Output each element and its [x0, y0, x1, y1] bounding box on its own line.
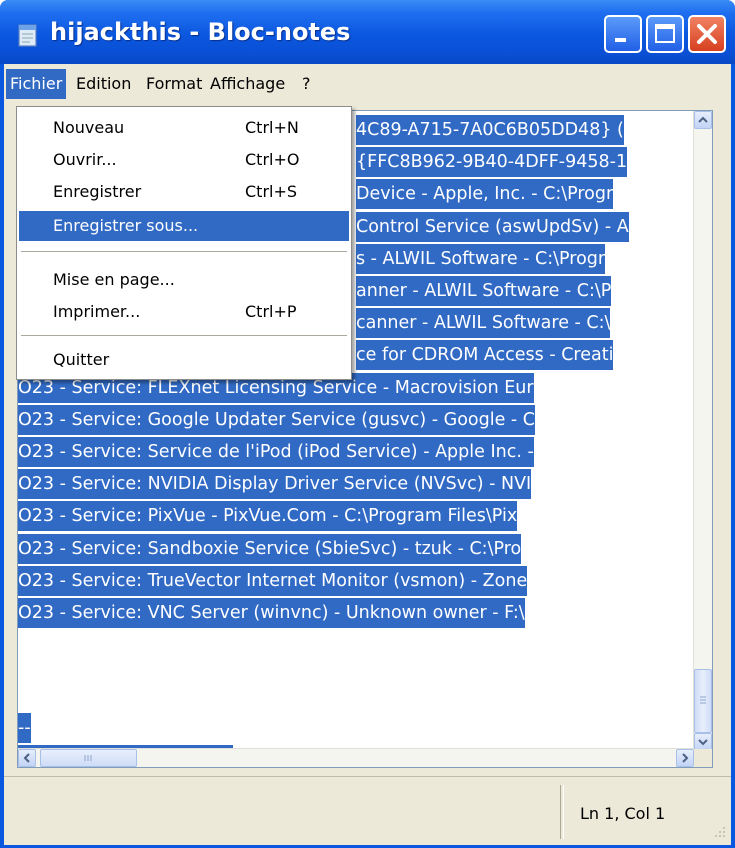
scroll-left-button[interactable]: [18, 749, 36, 767]
menu-item-shortcut: Ctrl+P: [245, 302, 297, 321]
text-line[interactable]: O23 - Service: PixVue - PixVue.Com - C:\…: [18, 501, 518, 532]
menu-item-label: Nouveau: [53, 118, 125, 137]
text-line[interactable]: 4C89-A715-7A0C6B05DD48} (: [356, 115, 624, 145]
menu-item-shortcut: Ctrl+S: [245, 182, 298, 201]
resize-grip-icon[interactable]: [711, 823, 727, 839]
text-line[interactable]: O23 - Service: VNC Server (winvnc) - Unk…: [18, 598, 525, 628]
menu-item-enregistrer-sous[interactable]: Enregistrer sous...: [19, 211, 349, 241]
menu-item-ouvrir[interactable]: Ouvrir... Ctrl+O: [19, 145, 349, 175]
menu-item-label: Enregistrer: [53, 182, 142, 201]
menu-format[interactable]: Format: [142, 69, 206, 99]
text-line[interactable]: O23 - Service: Google Updater Service (g…: [18, 404, 536, 435]
status-divider: [560, 785, 564, 839]
menu-item-shortcut: Ctrl+O: [245, 150, 300, 169]
menu-separator: [21, 335, 347, 336]
scroll-up-icon: [698, 116, 708, 123]
menu-item-nouveau[interactable]: Nouveau Ctrl+N: [19, 113, 349, 143]
vertical-scrollbar[interactable]: [693, 111, 712, 751]
text-line[interactable]: Device - Apple, Inc. - C:\Progr: [356, 179, 614, 210]
title-bar[interactable]: hijackthis - Bloc-notes: [0, 0, 735, 64]
scrollbar-corner: [694, 749, 712, 767]
horizontal-scrollbar[interactable]: [18, 748, 694, 767]
menu-item-label: Quitter: [53, 350, 110, 369]
notepad-window: hijackthis - Bloc-notes Fichier Edition …: [0, 0, 735, 848]
menu-fichier[interactable]: Fichier: [6, 69, 66, 99]
menu-item-enregistrer[interactable]: Enregistrer Ctrl+S: [19, 177, 349, 207]
menu-bar: Fichier Edition Format Affichage ?: [4, 64, 731, 104]
text-line[interactable]: ce for CDROM Access - Creati: [356, 340, 614, 371]
menu-item-quitter[interactable]: Quitter: [19, 345, 349, 375]
cursor-position: Ln 1, Col 1: [580, 804, 666, 823]
window-title: hijackthis - Bloc-notes: [50, 18, 351, 46]
menu-help[interactable]: ?: [298, 69, 315, 99]
text-line[interactable]: O23 - Service: NVIDIA Display Driver Ser…: [18, 469, 532, 500]
text-line[interactable]: O23 - Service: Sandboxie Service (SbieSv…: [18, 533, 522, 564]
horizontal-scroll-thumb[interactable]: [40, 749, 137, 767]
scroll-right-button[interactable]: [676, 749, 694, 767]
text-line[interactable]: canner - ALWIL Software - C:\: [356, 308, 611, 339]
text-line[interactable]: O23 - Service: TrueVector Internet Monit…: [18, 565, 528, 596]
scroll-up-button[interactable]: [694, 111, 712, 129]
menu-item-label: Imprimer...: [53, 302, 141, 321]
close-button[interactable]: [688, 15, 726, 53]
scroll-left-icon: [23, 753, 30, 763]
text-line[interactable]: {FFC8B962-9B40-4DFF-9458-1: [356, 147, 628, 178]
menu-item-imprimer[interactable]: Imprimer... Ctrl+P: [19, 297, 349, 327]
fichier-dropdown-menu: Nouveau Ctrl+N Ouvrir... Ctrl+O Enregist…: [16, 106, 352, 380]
scroll-right-icon: [682, 753, 689, 763]
minimize-button[interactable]: [604, 15, 642, 53]
grip-lines-icon: [84, 755, 92, 761]
menu-item-label: Ouvrir...: [53, 150, 117, 169]
vertical-scroll-thumb[interactable]: [694, 669, 712, 733]
menu-item-label: Mise en page...: [53, 270, 175, 289]
menu-affichage[interactable]: Affichage: [206, 69, 289, 99]
grip-lines-icon: [700, 696, 706, 704]
menu-separator: [21, 251, 347, 252]
status-bar: Ln 1, Col 1: [4, 776, 731, 845]
scroll-down-icon: [698, 739, 708, 746]
text-line[interactable]: s - ALWIL Software - C:\Progr: [356, 243, 606, 274]
text-line[interactable]: O23 - Service: Service de l'iPod (iPod S…: [18, 437, 534, 467]
maximize-button[interactable]: [646, 15, 684, 53]
menu-edition[interactable]: Edition: [72, 69, 135, 99]
minimize-icon: [615, 38, 626, 42]
menu-item-label: Enregistrer sous...: [53, 216, 199, 235]
notepad-icon: [18, 24, 37, 47]
close-icon: [697, 24, 717, 44]
text-line[interactable]: --: [18, 713, 31, 743]
menu-item-shortcut: Ctrl+N: [245, 118, 299, 137]
maximize-icon: [655, 24, 675, 43]
text-line[interactable]: anner - ALWIL Software - C:\P: [356, 276, 612, 306]
text-line[interactable]: Control Service (aswUpdSv) - A: [356, 211, 629, 242]
menu-item-mise-en-page[interactable]: Mise en page...: [19, 265, 349, 295]
